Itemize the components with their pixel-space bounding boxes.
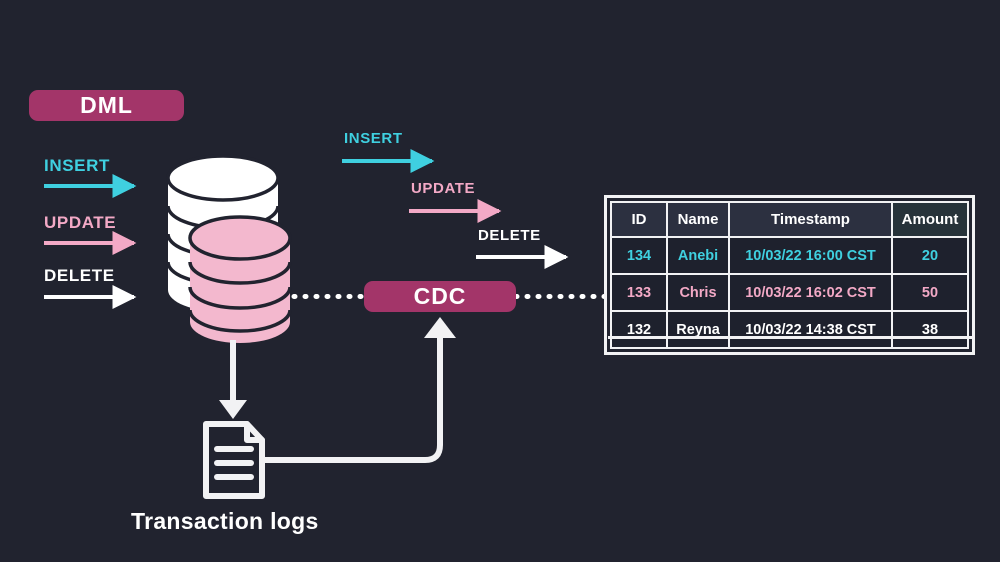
table-row[interactable]: 133 Chris 10/03/22 16:02 CST 50: [610, 275, 969, 312]
dml-badge[interactable]: DML: [29, 90, 184, 121]
cell-name: Anebi: [668, 238, 730, 275]
cell-name: Chris: [668, 275, 730, 312]
column-header-id: ID: [610, 201, 668, 238]
deleted-row-strikethrough: [608, 336, 972, 339]
cell-amount: 38: [893, 312, 969, 349]
column-header-timestamp: Timestamp: [730, 201, 893, 238]
logs-to-cdc-connector: [259, 317, 456, 463]
cell-id: 133: [610, 275, 668, 312]
cell-timestamp: 10/03/22 16:02 CST: [730, 275, 893, 312]
database-cylinder-replica: [188, 215, 292, 343]
left-update-label: UPDATE: [44, 213, 117, 232]
records-table: ID Name Timestamp Amount 134 Anebi 10/03…: [604, 195, 975, 355]
diagram-canvas: DML INSERT UPDATE DELETE INSERT UPDATE D…: [0, 0, 1000, 562]
cell-amount: 20: [893, 238, 969, 275]
cdc-badge[interactable]: CDC: [364, 281, 516, 312]
middle-delete-label: DELETE: [478, 227, 541, 244]
table-row[interactable]: 134 Anebi 10/03/22 16:00 CST 20: [610, 238, 969, 275]
cell-timestamp: 10/03/22 14:38 CST: [730, 312, 893, 349]
cell-name: Reyna: [668, 312, 730, 349]
column-header-amount: Amount: [893, 201, 969, 238]
transaction-logs-label: Transaction logs: [131, 508, 319, 534]
column-header-name: Name: [668, 201, 730, 238]
middle-update-label: UPDATE: [411, 180, 476, 197]
cell-id: 134: [610, 238, 668, 275]
cell-amount: 50: [893, 275, 969, 312]
table-row[interactable]: 132 Reyna 10/03/22 14:38 CST 38: [610, 312, 969, 349]
table-header-row: ID Name Timestamp Amount: [610, 201, 969, 238]
cell-id: 132: [610, 312, 668, 349]
middle-insert-label: INSERT: [344, 130, 403, 147]
left-insert-label: INSERT: [44, 156, 110, 175]
db-to-logs-arrow: [219, 340, 247, 419]
transaction-logs-icon: [203, 421, 265, 499]
cell-timestamp: 10/03/22 16:00 CST: [730, 238, 893, 275]
left-delete-label: DELETE: [44, 266, 115, 285]
